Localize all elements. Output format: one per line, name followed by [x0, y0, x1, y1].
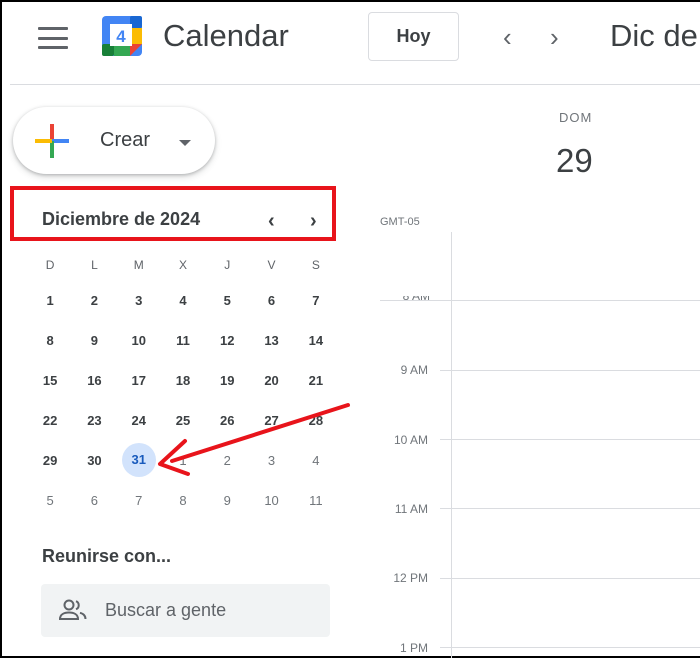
previous-period-icon[interactable]: ‹	[503, 22, 512, 53]
plus-icon	[35, 124, 69, 158]
timezone-label: GMT-05	[380, 216, 420, 228]
week-row: 5 6 7 8 9 10 11	[28, 480, 338, 520]
mini-calendar-grid: D L M X J V S 1 2 3 4 5 6 7 8 9 10 11 12…	[28, 250, 338, 520]
column-weekday-label: DOM	[559, 110, 593, 125]
day-cell[interactable]: 18	[161, 373, 205, 388]
day-cell[interactable]: 7	[294, 293, 338, 308]
hour-label: 1 PM	[399, 641, 428, 655]
day-cell[interactable]: 19	[205, 373, 249, 388]
weekday-label: X	[178, 258, 187, 272]
hour-label: 9 AM	[400, 363, 428, 377]
day-cell[interactable]: 8	[28, 333, 72, 348]
day-cell-other-month[interactable]: 3	[249, 453, 293, 468]
mini-next-month-icon[interactable]: ›	[310, 210, 317, 233]
next-period-icon[interactable]: ›	[550, 22, 559, 53]
day-cell-other-month[interactable]: 11	[294, 493, 338, 508]
day-cell[interactable]: 9	[72, 333, 116, 348]
day-cell[interactable]: 13	[249, 333, 293, 348]
hour-label: 12 PM	[393, 571, 428, 585]
day-cell[interactable]: 15	[28, 373, 72, 388]
day-cell[interactable]: 10	[117, 333, 161, 348]
day-cell-other-month[interactable]: 1	[161, 453, 205, 468]
day-cell[interactable]: 2	[72, 293, 116, 308]
time-column-divider	[451, 232, 452, 658]
weekday-label: V	[267, 258, 276, 272]
create-label: Crear	[100, 129, 151, 151]
day-cell[interactable]: 28	[294, 413, 338, 428]
people-search-placeholder: Buscar a gente	[105, 600, 227, 620]
week-row: 1 2 3 4 5 6 7	[28, 280, 338, 320]
meet-with-title: Reunirse con...	[42, 546, 172, 566]
day-cell-other-month[interactable]: 8	[161, 493, 205, 508]
calendar-logo-icon[interactable]: 4	[100, 14, 144, 58]
week-row: 22 23 24 25 26 27 28	[28, 400, 338, 440]
day-cell-other-month[interactable]: 9	[205, 493, 249, 508]
hamburger-menu-icon[interactable]	[38, 24, 68, 52]
day-cell[interactable]: 3	[117, 293, 161, 308]
selected-day-cell[interactable]: 31	[117, 443, 161, 477]
hour-line	[440, 647, 700, 648]
day-cell[interactable]: 23	[72, 413, 116, 428]
hour-line	[440, 508, 700, 509]
mini-calendar-month-label: Diciembre de 2024	[42, 209, 201, 229]
day-cell[interactable]: 17	[117, 373, 161, 388]
hour-label: 11 AM	[394, 502, 428, 516]
day-cell[interactable]: 20	[249, 373, 293, 388]
logo-number: 4	[116, 27, 126, 46]
day-cell[interactable]: 25	[161, 413, 205, 428]
day-cell-other-month[interactable]: 7	[117, 493, 161, 508]
day-cell[interactable]: 24	[117, 413, 161, 428]
day-cell[interactable]: 12	[205, 333, 249, 348]
people-icon	[59, 599, 87, 620]
day-cell[interactable]: 30	[72, 453, 116, 468]
day-cell[interactable]: 29	[28, 453, 72, 468]
day-cell-other-month[interactable]: 2	[205, 453, 249, 468]
hour-line	[440, 370, 700, 371]
day-cell-other-month[interactable]: 6	[72, 493, 116, 508]
current-period-label: Dic de	[610, 18, 698, 53]
header-divider	[10, 84, 700, 85]
caret-down-icon[interactable]	[179, 140, 191, 146]
create-button[interactable]: Crear	[13, 107, 215, 174]
day-cell[interactable]: 4	[161, 293, 205, 308]
hour-label: 10 AM	[393, 433, 428, 447]
week-row: 15 16 17 18 19 20 21	[28, 360, 338, 400]
day-cell[interactable]: 1	[28, 293, 72, 308]
week-row: 8 9 10 11 12 13 14	[28, 320, 338, 360]
day-cell[interactable]: 5	[205, 293, 249, 308]
weekday-header-row: D L M X J V S	[28, 250, 338, 280]
hour-line	[440, 578, 700, 579]
day-cell[interactable]: 27	[249, 413, 293, 428]
weekday-label: L	[91, 258, 98, 272]
people-search-input[interactable]: Buscar a gente	[41, 584, 330, 637]
day-cell-other-month[interactable]: 4	[294, 453, 338, 468]
day-cell[interactable]: 21	[294, 373, 338, 388]
day-cell[interactable]: 22	[28, 413, 72, 428]
app-title: Calendar	[163, 18, 289, 53]
day-cell-other-month[interactable]: 5	[28, 493, 72, 508]
hour-label: 8 AM	[402, 296, 430, 303]
day-cell[interactable]: 14	[294, 333, 338, 348]
day-cell[interactable]: 6	[249, 293, 293, 308]
day-cell[interactable]: 11	[161, 333, 205, 348]
weekday-label: D	[45, 258, 55, 272]
week-row: 29 30 31 1 2 3 4	[28, 440, 338, 480]
column-day-number[interactable]: 29	[556, 142, 593, 180]
day-cell[interactable]: 16	[72, 373, 116, 388]
selected-day-label: 31	[121, 443, 156, 477]
weekday-label: S	[311, 258, 320, 272]
day-cell[interactable]: 26	[205, 413, 249, 428]
weekday-label: M	[133, 258, 144, 272]
day-cell-other-month[interactable]: 10	[249, 493, 293, 508]
hour-line	[440, 439, 700, 440]
weekday-label: J	[224, 258, 231, 272]
today-button[interactable]: Hoy	[368, 12, 459, 61]
mini-previous-month-icon[interactable]: ‹	[268, 210, 275, 233]
